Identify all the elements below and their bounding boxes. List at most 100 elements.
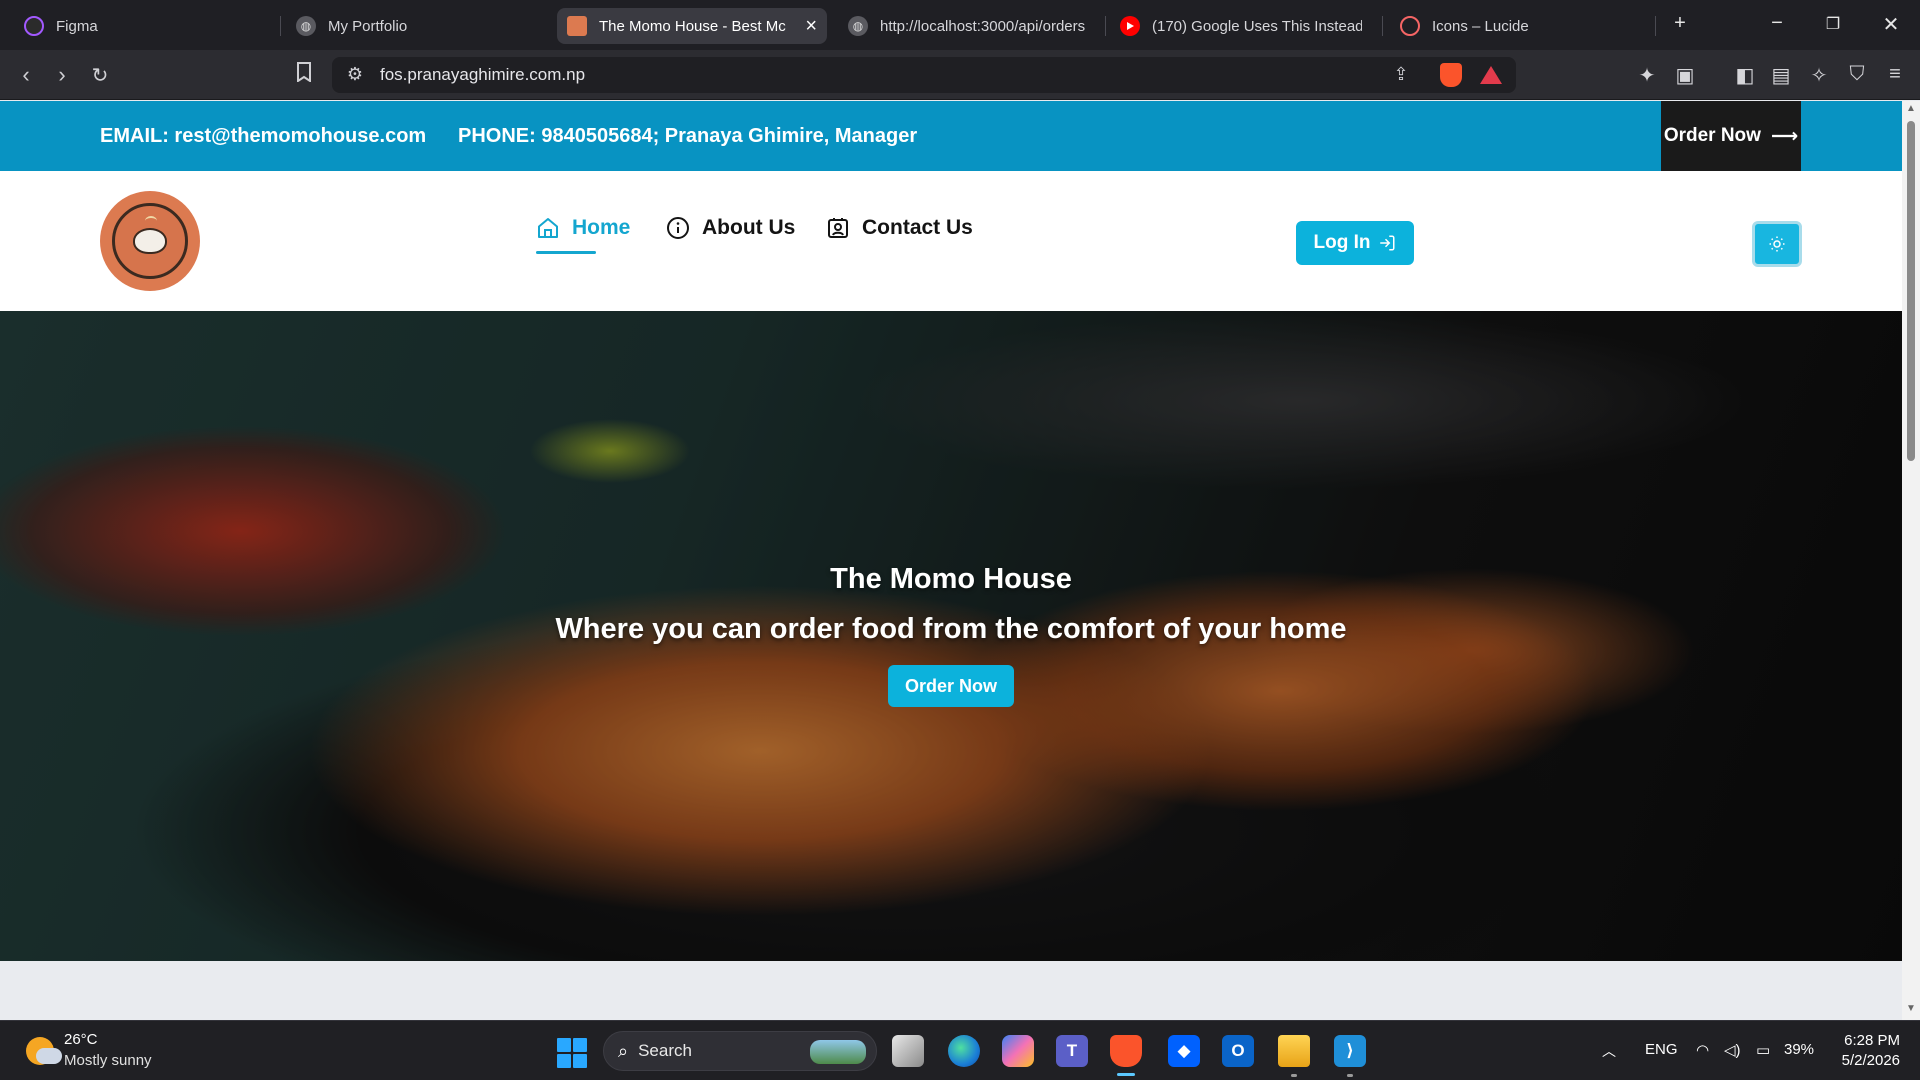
taskbar-search[interactable]: ⌕ Search (603, 1031, 877, 1071)
chevron-up-icon[interactable]: ︿ (1602, 1041, 1616, 1061)
email-info: EMAIL: rest@themomohouse.com (100, 125, 427, 147)
nav-home[interactable]: Home (536, 206, 631, 254)
teams-icon[interactable]: T (1056, 1035, 1088, 1067)
brave-icon[interactable] (1110, 1035, 1142, 1067)
reader-icon[interactable]: ▣ (1672, 63, 1698, 88)
browser-tab-bar: Figma ◍ My Portfolio The Momo House - Be… (0, 0, 1920, 50)
nav-contact-us[interactable]: Contact Us (826, 206, 973, 250)
search-label: Search (638, 1041, 692, 1060)
tab-lucide[interactable]: Icons – Lucide (1390, 8, 1630, 44)
weather-cloud-icon (36, 1048, 62, 1064)
figma-icon (24, 16, 44, 36)
phone-info: PHONE: 9840505684; Pranaya Ghimire, Mana… (458, 125, 918, 147)
hero-title: The Momo House (830, 563, 1072, 595)
tab-my-portfolio[interactable]: ◍ My Portfolio (286, 8, 546, 44)
nav-contact-label: Contact Us (862, 216, 973, 239)
brave-shields-icon[interactable] (1440, 63, 1462, 87)
hero-banner: The Momo House Where you can order food … (0, 311, 1902, 961)
contact-strip: EMAIL: rest@themomohouse.com PHONE: 9840… (0, 101, 1902, 171)
restore-icon[interactable]: ❐ (1818, 14, 1848, 34)
search-highlight-image (810, 1040, 866, 1064)
tab-title: My Portfolio (328, 17, 408, 35)
nav-about-us[interactable]: About Us (666, 206, 795, 250)
wallet-icon[interactable]: ▤ (1768, 63, 1794, 88)
steam-icon (145, 216, 157, 226)
extensions-icon[interactable]: ✦ (1634, 63, 1660, 88)
scroll-up-icon[interactable]: ▲ (1906, 103, 1916, 114)
new-tab-icon[interactable]: + (1665, 12, 1695, 35)
youtube-icon (1120, 16, 1140, 36)
sidebar-icon[interactable]: ◧ (1732, 63, 1758, 88)
address-bar[interactable]: ⚙ fos.pranayaghimire.com.np ⇪ (332, 57, 1516, 93)
site-logo[interactable] (100, 191, 200, 291)
theme-toggle-button[interactable] (1752, 221, 1802, 267)
menu-icon[interactable]: ≡ (1882, 63, 1908, 86)
language-indicator[interactable]: ENG (1645, 1041, 1678, 1058)
leo-ai-icon[interactable]: ✧ (1806, 63, 1832, 88)
volume-icon[interactable]: ◁) (1724, 1041, 1741, 1059)
close-tab-icon[interactable]: × (795, 15, 817, 38)
start-button[interactable] (557, 1038, 587, 1068)
momo-icon (133, 228, 167, 254)
tab-separator (1655, 16, 1656, 36)
running-app-indicator (1291, 1074, 1297, 1077)
start-tile (557, 1054, 571, 1068)
clock-date: 5/2/2026 (1841, 1052, 1900, 1069)
outlook-icon[interactable]: O (1222, 1035, 1254, 1067)
search-icon: ⌕ (618, 1040, 629, 1061)
bookmark-icon[interactable] (290, 62, 318, 88)
weather-temperature: 26°C (64, 1031, 98, 1048)
tab-title: Figma (56, 17, 98, 35)
web-page: EMAIL: rest@themomohouse.com PHONE: 9840… (0, 101, 1902, 1020)
main-navbar: Home About Us Contact Us Log In (0, 171, 1902, 311)
copilot-icon[interactable] (1002, 1035, 1034, 1067)
close-window-icon[interactable]: ✕ (1876, 12, 1906, 37)
hero-subtitle: Where you can order food from the comfor… (555, 613, 1347, 645)
order-now-top-button[interactable]: Order Now ⟶ (1661, 101, 1801, 171)
share-icon[interactable]: ⇪ (1390, 64, 1412, 86)
minimize-icon[interactable]: − (1762, 12, 1792, 35)
clock-time: 6:28 PM (1844, 1032, 1900, 1049)
lucide-icon (1400, 16, 1420, 36)
site-settings-icon[interactable]: ⚙ (344, 64, 366, 86)
vscode-icon[interactable]: ⟩ (1334, 1035, 1366, 1067)
tab-title: http://localhost:3000/api/orders (880, 17, 1086, 35)
order-now-label: Order Now (1663, 125, 1761, 146)
contact-icon (828, 218, 848, 238)
file-explorer-icon[interactable] (1278, 1035, 1310, 1067)
tab-figma[interactable]: Figma (14, 8, 264, 44)
system-clock[interactable]: 6:28 PM 5/2/2026 (1824, 1031, 1900, 1071)
vpn-icon[interactable]: ⛉ (1844, 63, 1870, 86)
brave-rewards-icon[interactable] (1480, 66, 1502, 84)
tab-youtube[interactable]: (170) Google Uses This Instead o (1110, 8, 1380, 44)
log-in-label: Log In (1313, 232, 1371, 253)
edge-icon[interactable] (948, 1035, 980, 1067)
hero-order-now-button[interactable]: Order Now (888, 665, 1014, 707)
battery-icon[interactable]: ▭ (1756, 1041, 1770, 1059)
task-view-icon[interactable] (892, 1035, 924, 1067)
tab-title: Icons – Lucide (1432, 17, 1529, 35)
log-in-button[interactable]: Log In (1296, 221, 1414, 265)
forward-icon[interactable]: › (48, 62, 76, 88)
scroll-down-icon[interactable]: ▼ (1906, 1003, 1916, 1014)
browser-toolbar: ‹ › ↻ ⚙ fos.pranayaghimire.com.np ⇪ ✦ ▣ … (0, 50, 1920, 100)
weather-description: Mostly sunny (64, 1052, 152, 1069)
logo-emblem (112, 203, 188, 279)
reload-icon[interactable]: ↻ (86, 63, 114, 88)
start-tile (557, 1038, 571, 1052)
wifi-icon[interactable]: ◠ (1696, 1041, 1709, 1059)
home-icon (538, 218, 558, 238)
back-icon[interactable]: ‹ (12, 62, 40, 88)
nav-about-label: About Us (702, 216, 796, 239)
page-scrollbar[interactable]: ▲ ▼ (1902, 101, 1920, 1020)
scroll-thumb[interactable] (1907, 121, 1915, 461)
dropbox-icon[interactable]: ◆ (1168, 1035, 1200, 1067)
tab-momo-house[interactable]: The Momo House - Best Mc × (557, 8, 827, 44)
globe-icon: ◍ (296, 16, 316, 36)
nav-home-label: Home (572, 216, 631, 239)
active-app-indicator (1117, 1073, 1135, 1076)
tab-localhost-orders[interactable]: ◍ http://localhost:3000/api/orders (838, 8, 1100, 44)
tab-title: The Momo House - Best Mc (599, 17, 786, 35)
tab-separator (1382, 16, 1383, 36)
battery-percent: 39% (1784, 1041, 1815, 1058)
